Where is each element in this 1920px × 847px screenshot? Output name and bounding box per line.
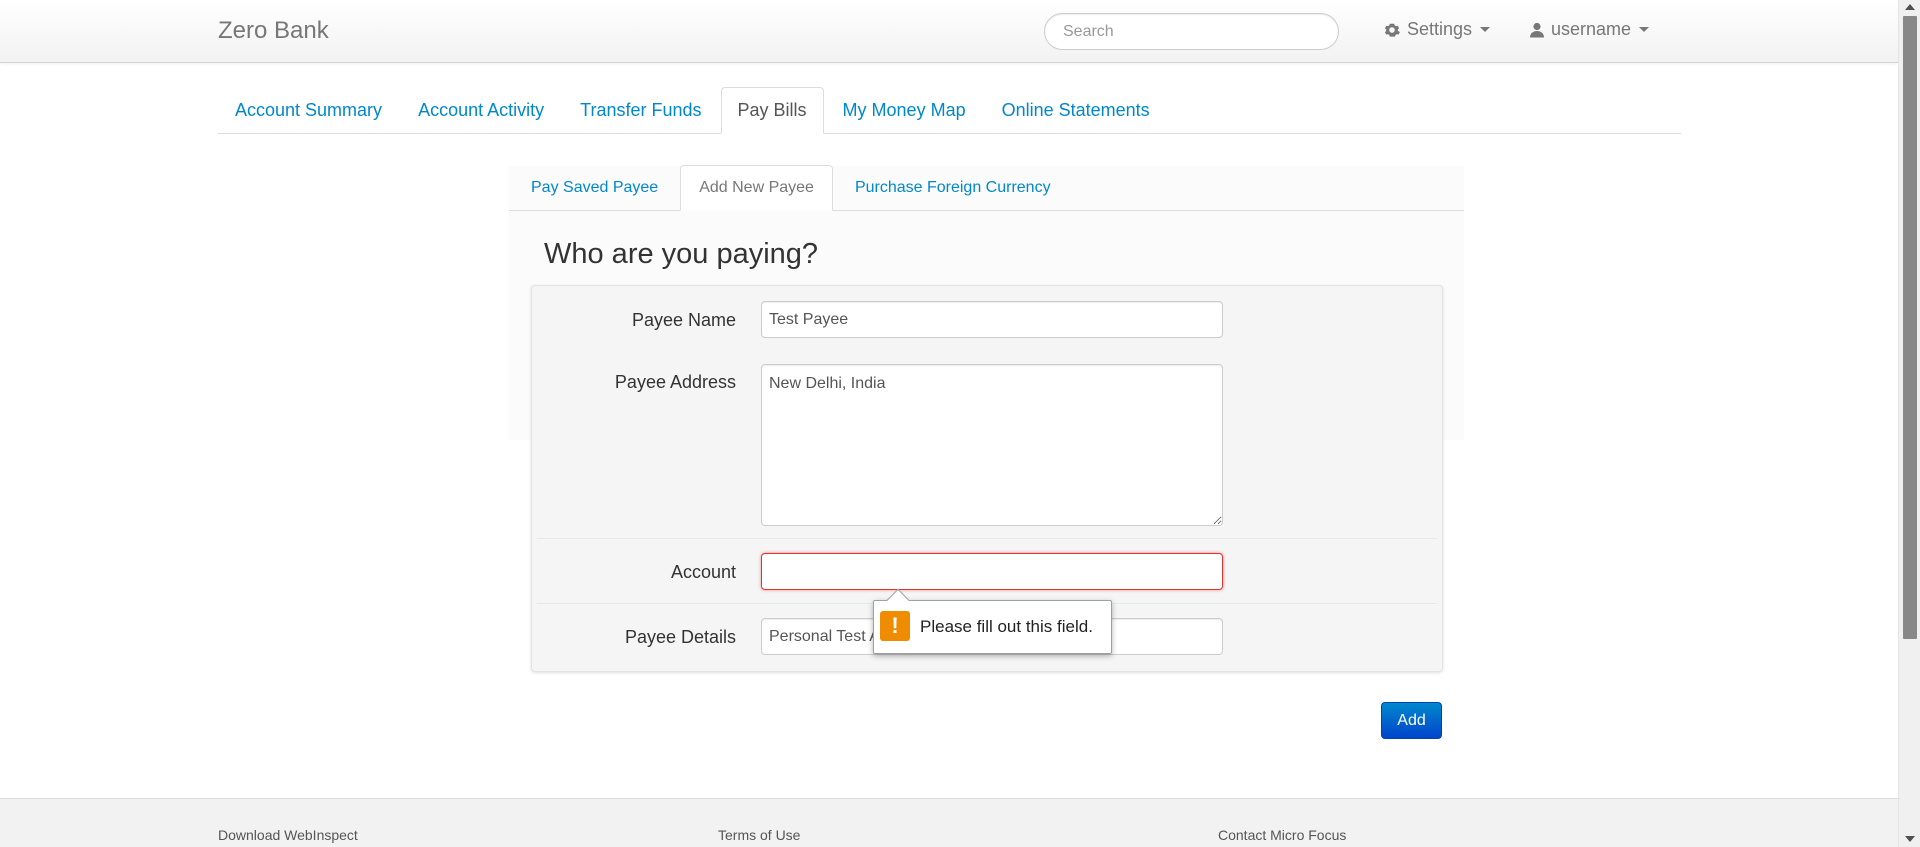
scroll-up-icon[interactable] bbox=[1905, 4, 1915, 10]
tab-pay-saved-payee[interactable]: Pay Saved Payee bbox=[509, 165, 680, 210]
sub-tabs: Pay Saved Payee Add New Payee Purchase F… bbox=[509, 165, 1464, 211]
row-divider bbox=[537, 538, 1437, 539]
validation-message: Please fill out this field. bbox=[920, 617, 1093, 636]
footer-link-contact-micro-focus[interactable]: Contact Micro Focus bbox=[1218, 827, 1346, 843]
settings-dropdown[interactable]: Settings bbox=[1384, 19, 1491, 40]
payee-address-label: Payee Address bbox=[614, 372, 736, 392]
main-tabs: Account Summary Account Activity Transfe… bbox=[218, 87, 1681, 134]
payee-address-textarea[interactable]: New Delhi, India bbox=[761, 364, 1223, 526]
scrollbar-thumb[interactable] bbox=[1903, 16, 1917, 639]
settings-label: Settings bbox=[1407, 19, 1473, 39]
tab-add-new-payee[interactable]: Add New Payee bbox=[680, 165, 833, 211]
user-label: username bbox=[1551, 19, 1632, 39]
warning-icon: ! bbox=[880, 611, 910, 641]
tab-pay-bills[interactable]: Pay Bills bbox=[720, 87, 824, 134]
form-heading: Who are you paying? bbox=[544, 238, 819, 270]
top-navbar: Zero Bank Settings username bbox=[0, 0, 1898, 63]
tab-my-money-map[interactable]: My Money Map bbox=[826, 87, 983, 133]
tab-transfer-funds[interactable]: Transfer Funds bbox=[563, 87, 718, 133]
tab-account-summary[interactable]: Account Summary bbox=[218, 87, 399, 133]
footer-link-terms-of-use[interactable]: Terms of Use bbox=[718, 827, 800, 843]
account-label: Account bbox=[670, 562, 736, 582]
brand-logo[interactable]: Zero Bank bbox=[218, 17, 329, 45]
payee-name-input[interactable] bbox=[761, 301, 1223, 338]
account-input[interactable] bbox=[761, 553, 1223, 590]
add-button[interactable]: Add bbox=[1381, 702, 1442, 739]
tab-purchase-foreign-currency[interactable]: Purchase Foreign Currency bbox=[833, 165, 1073, 210]
user-dropdown[interactable]: username bbox=[1530, 19, 1650, 40]
chevron-down-icon bbox=[1480, 27, 1491, 32]
payee-name-label: Payee Name bbox=[631, 310, 736, 330]
tab-online-statements[interactable]: Online Statements bbox=[985, 87, 1167, 133]
footer-link-download-webinspect[interactable]: Download WebInspect bbox=[218, 827, 358, 843]
footer: Download WebInspect Terms of Use Contact… bbox=[0, 798, 1898, 847]
validation-tooltip: ! Please fill out this field. bbox=[873, 588, 1112, 654]
chevron-down-icon bbox=[1639, 27, 1650, 32]
user-icon bbox=[1530, 22, 1544, 37]
gear-icon bbox=[1384, 23, 1400, 37]
search-input[interactable] bbox=[1044, 13, 1339, 50]
payee-details-label: Payee Details bbox=[624, 627, 736, 647]
vertical-scrollbar[interactable] bbox=[1898, 0, 1920, 847]
tab-account-activity[interactable]: Account Activity bbox=[401, 87, 561, 133]
scroll-down-icon[interactable] bbox=[1905, 836, 1915, 842]
